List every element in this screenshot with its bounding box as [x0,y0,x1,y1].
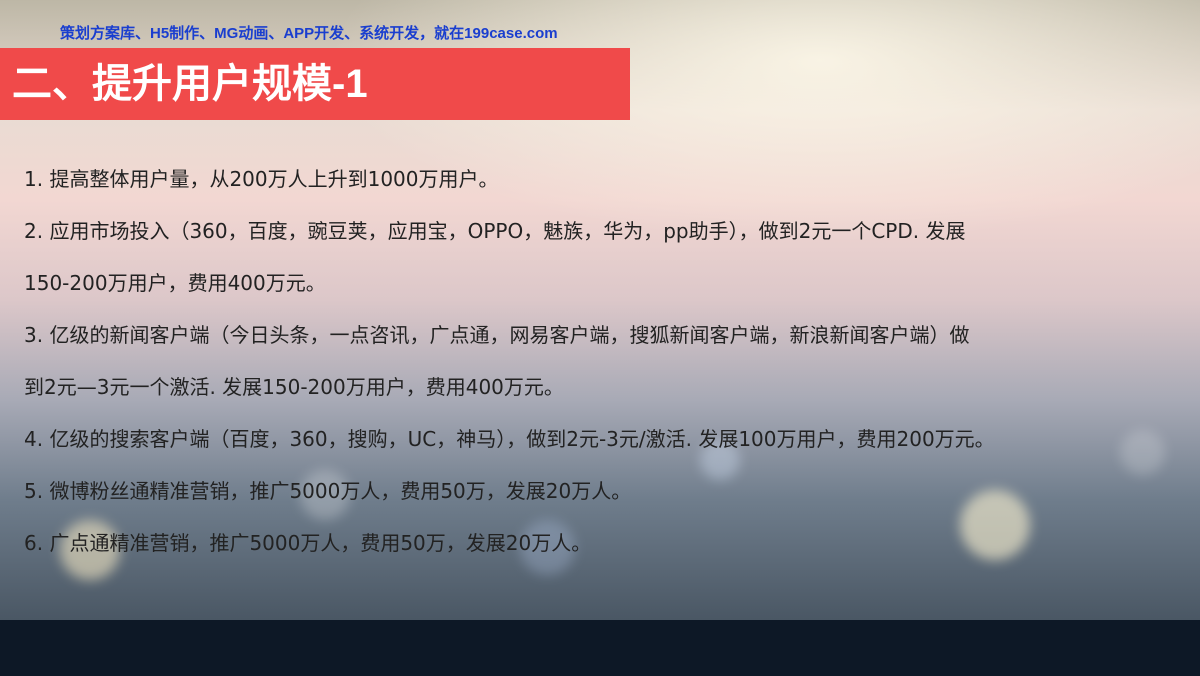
body-line: 2. 应用市场投入（360，百度，豌豆荚，应用宝，OPPO，魅族，华为，pp助手… [24,219,966,243]
body-line: 6. 广点通精准营销，推广5000万人，费用50万，发展20万人。 [24,531,592,555]
body-line: 150-200万用户，费用400万元。 [24,271,326,295]
body-line: 5. 微博粉丝通精准营销，推广5000万人，费用50万，发展20万人。 [24,479,632,503]
body-line: 到2元—3元一个激活. 发展150-200万用户，费用400万元。 [24,375,564,399]
body-line: 4. 亿级的搜索客户端（百度，360，搜购，UC，神马），做到2元-3元/激活.… [24,427,995,451]
watermark-text: 策划方案库、H5制作、MG动画、APP开发、系统开发，就在199case.com [60,25,558,42]
slide-background: 策划方案库、H5制作、MG动画、APP开发、系统开发，就在199case.com… [0,0,1200,620]
slide-body: 1. 提高整体用户量，从200万人上升到1000万用户。 2. 应用市场投入（3… [24,153,1174,569]
slide-title: 二、提升用户规模-1 [12,62,368,106]
footer-band [0,620,1200,676]
body-line: 1. 提高整体用户量，从200万人上升到1000万用户。 [24,167,499,191]
body-line: 3. 亿级的新闻客户端（今日头条，一点咨讯，广点通，网易客户端，搜狐新闻客户端，… [24,323,970,347]
